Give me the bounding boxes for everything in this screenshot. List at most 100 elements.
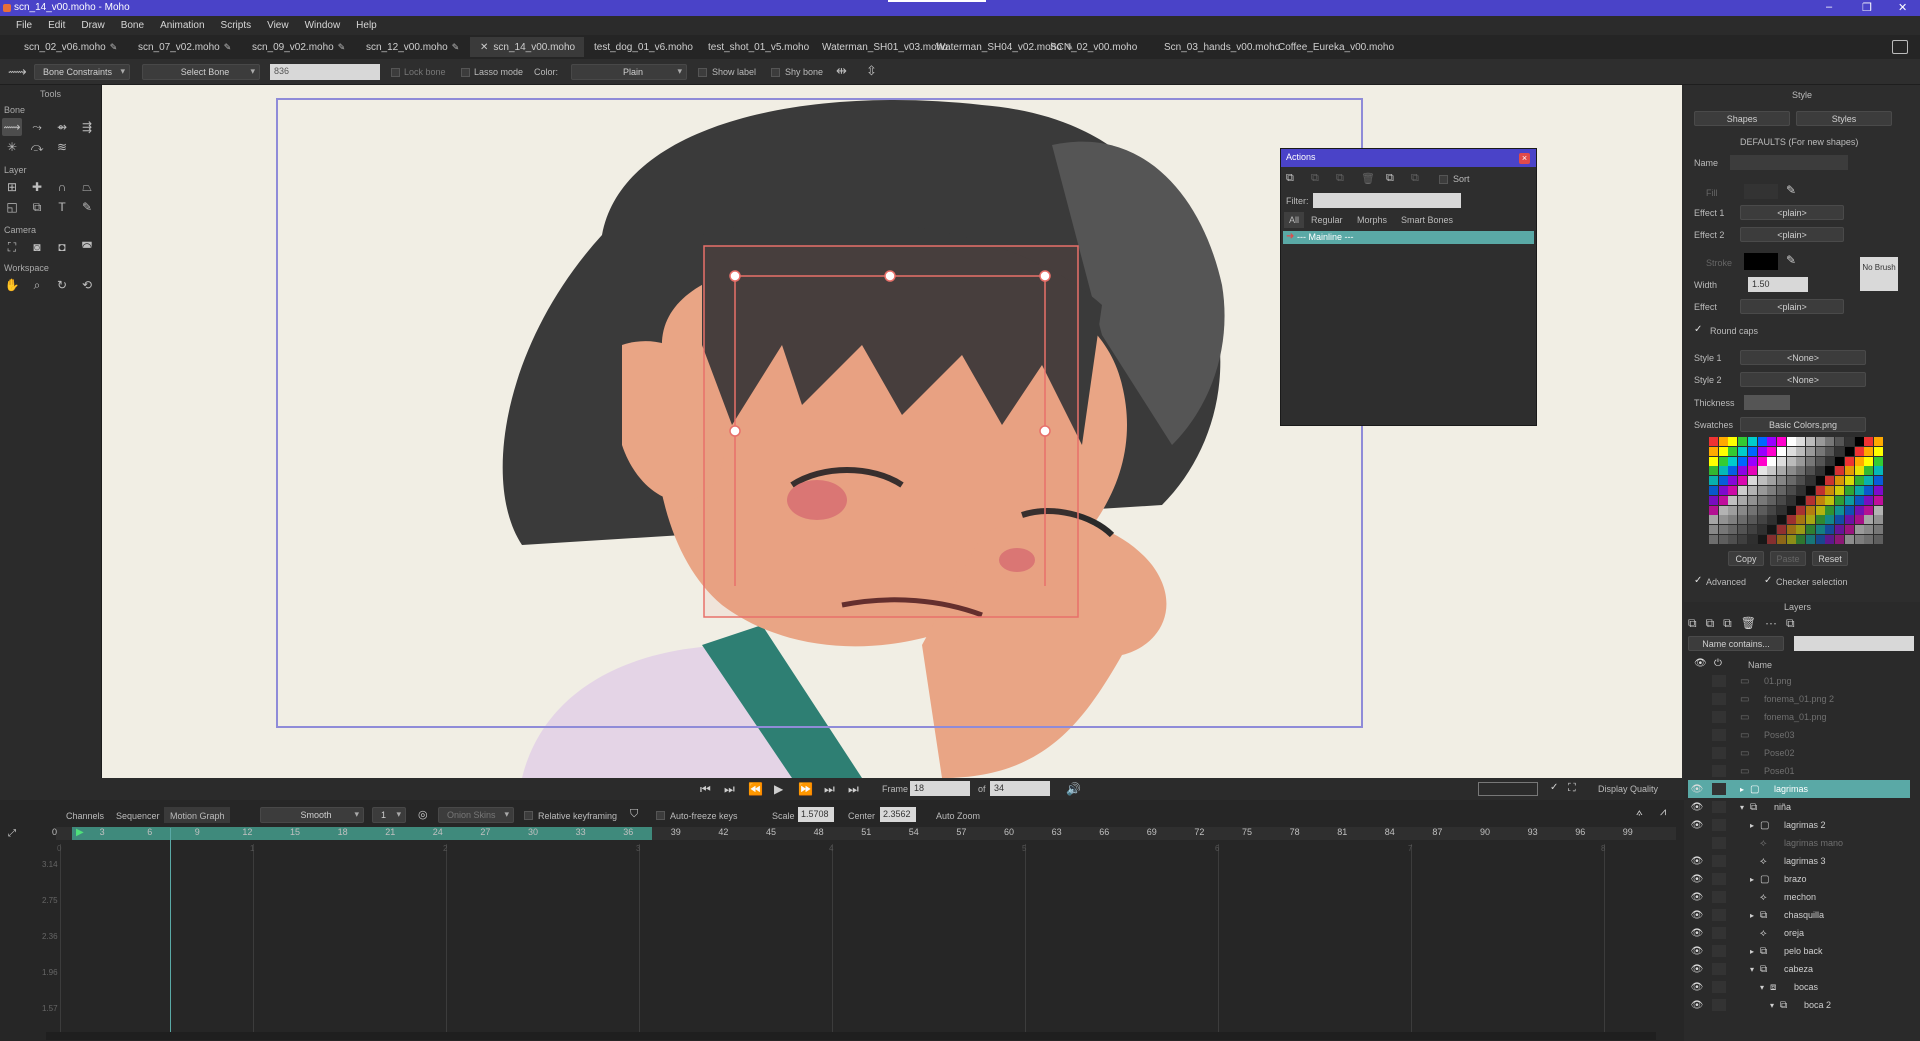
lock-toggle[interactable] [1712,909,1726,921]
lock-toggle[interactable] [1712,729,1726,741]
check-icon[interactable]: ✓ [1550,782,1558,793]
transform-bone-tool-icon[interactable]: ⤳ [27,118,47,136]
step-forward-icon[interactable]: ⏩ [798,782,813,796]
onion-skins-dropdown[interactable]: Onion Skins [438,807,514,823]
interp-number-dropdown[interactable]: 1 [372,807,406,823]
swatch-cell[interactable] [1709,457,1718,466]
reset-button[interactable]: Reset [1812,551,1848,566]
swatch-cell[interactable] [1874,476,1883,485]
eyedropper-tool-icon[interactable]: ✎ [77,198,97,216]
expand-arrow-icon[interactable]: ▾ [1740,803,1750,812]
rotate-workspace-icon[interactable]: ↻ [52,276,72,294]
swatch-cell[interactable] [1719,466,1728,475]
swatch-cell[interactable] [1796,476,1805,485]
swatch-cell[interactable] [1787,515,1796,524]
swatch-cell[interactable] [1825,525,1834,534]
menu-view[interactable]: View [259,20,297,31]
swatch-cell[interactable] [1835,447,1844,456]
bone-strength-tool-icon[interactable]: ✳ [2,138,22,156]
checker-check-icon[interactable]: ✓ [1764,575,1772,586]
swatch-cell[interactable] [1835,506,1844,515]
swatch-cell[interactable] [1748,437,1757,446]
delete-action-icon[interactable]: 🗑 [1361,172,1375,185]
menu-file[interactable]: File [8,20,40,31]
stroke-color-swatch[interactable] [1744,253,1778,270]
swatch-cell[interactable] [1835,525,1844,534]
lock-toggle[interactable] [1712,675,1726,687]
swatch-cell[interactable] [1806,525,1815,534]
swatch-cell[interactable] [1767,466,1776,475]
lock-toggle[interactable] [1712,801,1726,813]
layer-row[interactable]: ▭Pose01 [1688,762,1910,780]
swatch-cell[interactable] [1845,506,1854,515]
swatch-cell[interactable] [1874,525,1883,534]
swatch-cell[interactable] [1874,457,1883,466]
swatch-cell[interactable] [1787,447,1796,456]
fullscreen-icon[interactable]: ⛶ [1568,782,1576,795]
layout-icon[interactable] [1892,40,1908,54]
swatch-cell[interactable] [1767,476,1776,485]
audio-icon[interactable]: 🔊 [1066,782,1081,796]
minimize-button[interactable]: – [1826,1,1832,13]
swatch-cell[interactable] [1855,486,1864,495]
shy-bone-checkbox[interactable] [771,68,780,77]
flip-horizontal-icon[interactable]: ⇹ [836,63,847,79]
swatch-cell[interactable] [1728,437,1737,446]
reference-action-icon[interactable]: ⧉ [1411,172,1419,185]
maximize-button[interactable]: ❐ [1862,1,1872,14]
swatch-cell[interactable] [1728,535,1737,544]
expand-icon[interactable]: ⤢ [8,828,16,839]
lock-toggle[interactable] [1712,891,1726,903]
layer-row[interactable]: 👁▸▢lagrimas 2 [1688,816,1910,834]
swatch-cell[interactable] [1738,486,1747,495]
expand-arrow-icon[interactable]: ▾ [1770,1001,1780,1010]
copy-action-icon[interactable]: ⧉ [1336,172,1344,185]
lock-toggle[interactable] [1712,855,1726,867]
swatch-cell[interactable] [1767,457,1776,466]
swatch-cell[interactable] [1845,476,1854,485]
swatch-cell[interactable] [1787,437,1796,446]
styles-dropdown[interactable]: Styles [1796,111,1892,126]
visibility-eye-icon[interactable]: 👁 [1688,874,1706,885]
swatch-cell[interactable] [1835,535,1844,544]
bone-constraints-dropdown[interactable]: Bone Constraints [34,64,130,80]
insert-action-icon[interactable]: ⧉ [1386,172,1394,185]
swatch-cell[interactable] [1816,515,1825,524]
swatch-cell[interactable] [1758,496,1767,505]
layer-row[interactable]: 👁▸⧉chasquilla [1688,906,1910,924]
swatch-cell[interactable] [1728,506,1737,515]
tab-motion-graph[interactable]: Motion Graph [170,811,225,821]
swatch-cell[interactable] [1816,506,1825,515]
layer-row[interactable]: 👁▾⧉cabeza [1688,960,1910,978]
swatch-cell[interactable] [1748,486,1757,495]
hand-tool-icon[interactable]: ✋ [2,276,22,294]
swatch-cell[interactable] [1719,515,1728,524]
round-caps-check-icon[interactable]: ✓ [1694,324,1702,335]
zoom-tool-icon[interactable]: ⌕ [27,276,47,294]
swatch-cell[interactable] [1777,496,1786,505]
swatch-cell[interactable] [1787,476,1796,485]
swatch-cell[interactable] [1796,457,1805,466]
advanced-check-icon[interactable]: ✓ [1694,575,1702,586]
width-input[interactable]: 1.50 [1748,277,1808,292]
file-tab[interactable]: test_dog_01_v6.moho [584,37,698,57]
file-tab[interactable]: ✕scn_14_v00.moho [470,37,584,57]
swatch-cell[interactable] [1796,466,1805,475]
thickness-input[interactable] [1744,395,1790,410]
swatch-grid[interactable] [1709,437,1885,547]
swatch-cell[interactable] [1874,437,1883,446]
select-bone-dropdown[interactable]: Select Bone [142,64,260,80]
layer-row[interactable]: ▭Pose03 [1688,726,1910,744]
swatch-cell[interactable] [1728,525,1737,534]
swatch-cell[interactable] [1864,457,1873,466]
swatch-cell[interactable] [1796,437,1805,446]
swatch-cell[interactable] [1855,506,1864,515]
visibility-eye-icon[interactable]: 👁 [1688,784,1706,795]
swatch-cell[interactable] [1787,486,1796,495]
swatch-cell[interactable] [1758,437,1767,446]
swatch-cell[interactable] [1845,535,1854,544]
style1-dropdown[interactable]: <None> [1740,350,1866,365]
interpolation-dropdown[interactable]: Smooth [260,807,364,823]
layer-row[interactable]: ▭Pose02 [1688,744,1910,762]
swatch-cell[interactable] [1845,515,1854,524]
